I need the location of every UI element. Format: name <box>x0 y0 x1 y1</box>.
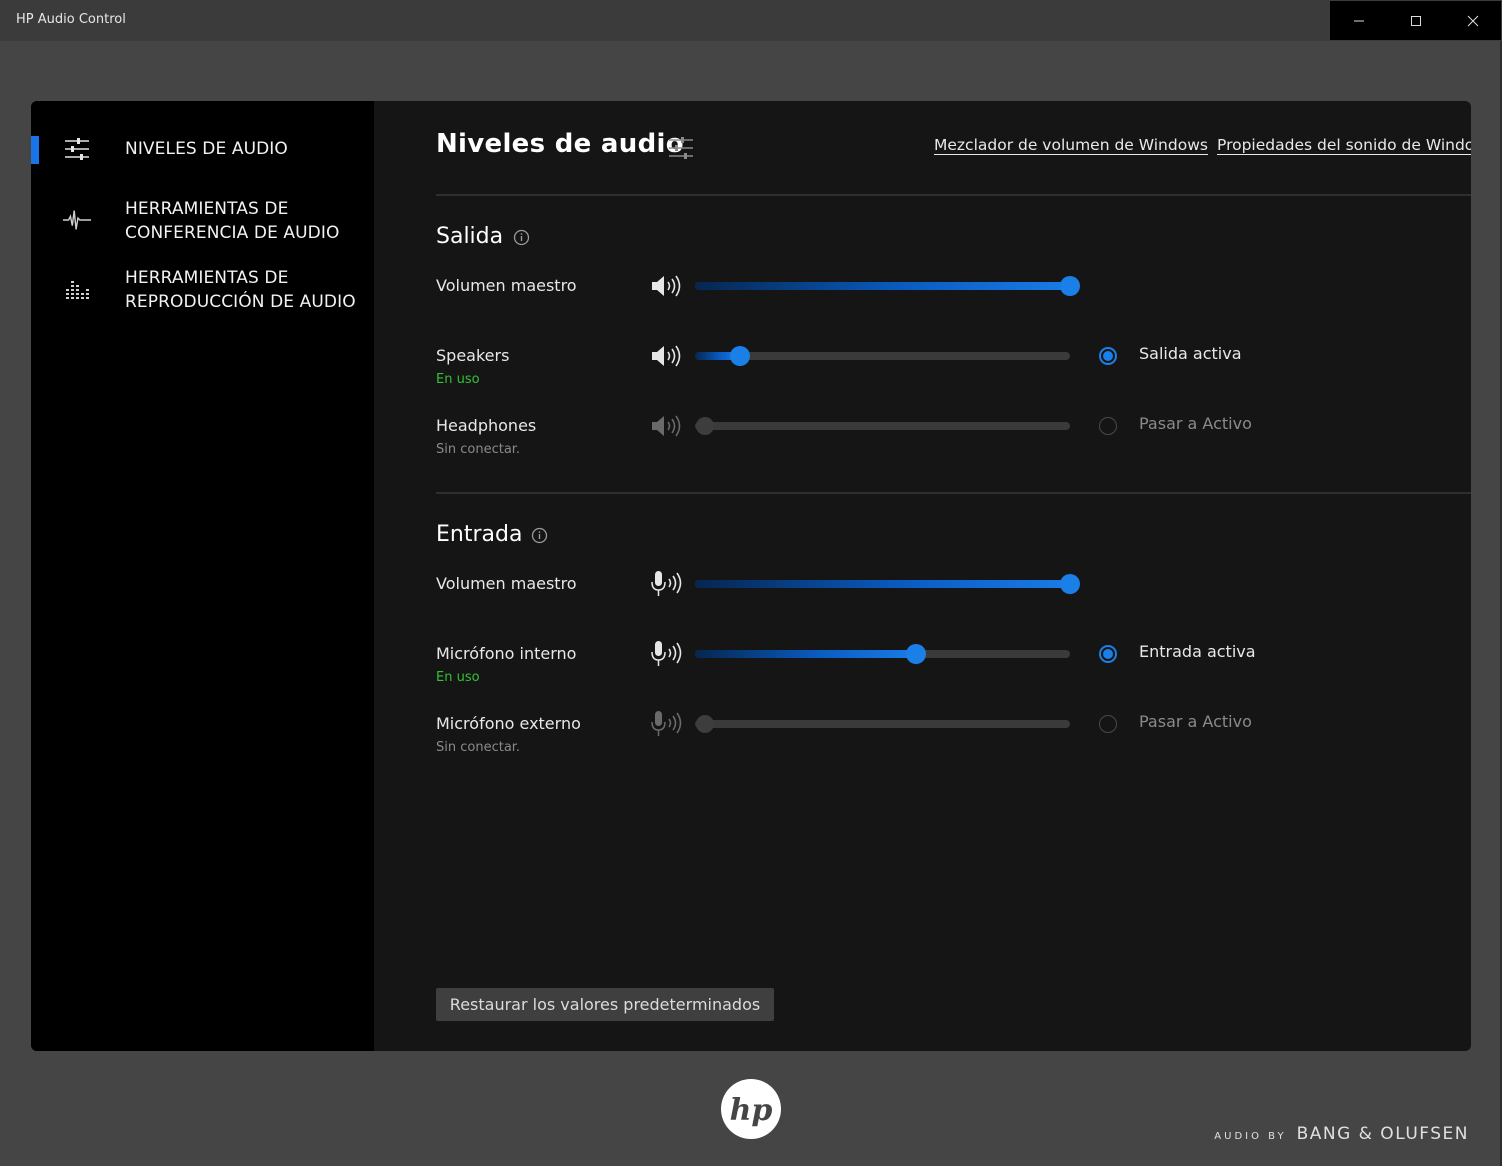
device-status: En uso <box>436 372 480 387</box>
external-mic-volume-slider[interactable] <box>695 715 1070 733</box>
output-device-speakers: Speakers En uso Salida activa <box>405 344 1471 406</box>
maximize-icon <box>1410 15 1421 26</box>
equalizer-icon <box>62 274 92 304</box>
bang-olufsen-brand: AUDIO BY BANG & OLUFSEN <box>1214 1124 1469 1144</box>
divider <box>436 492 1471 494</box>
slider-thumb[interactable] <box>906 644 927 664</box>
device-status: Sin conectar. <box>436 740 521 755</box>
info-icon[interactable] <box>513 229 530 246</box>
minimize-button[interactable] <box>1330 1 1387 40</box>
speaker-icon <box>652 345 681 367</box>
maximize-button[interactable] <box>1387 1 1444 40</box>
input-section-title: Entrada <box>436 522 523 547</box>
minimize-icon <box>1353 20 1364 21</box>
input-master-label: Volumen maestro <box>436 574 577 593</box>
page-title: Niveles de audio <box>436 129 684 159</box>
sidebar-item-label: HERRAMIENTAS DE CONFERENCIA DE AUDIO <box>125 199 340 243</box>
device-name: Headphones <box>436 416 537 435</box>
window-title: HP Audio Control <box>16 12 126 27</box>
sidebar-item-label: HERRAMIENTAS DE REPRODUCCIÓN DE AUDIO <box>125 268 356 312</box>
device-status: En uso <box>436 670 480 685</box>
sidebar-item-playback-tools[interactable]: HERRAMIENTAS DE REPRODUCCIÓN DE AUDIO <box>31 266 374 314</box>
windows-sound-properties-link[interactable]: Propiedades del sonido de Windows <box>1217 136 1471 154</box>
slider-thumb[interactable] <box>695 715 714 733</box>
device-name: Micrófono externo <box>436 714 581 733</box>
restore-defaults-button[interactable]: Restaurar los valores predeterminados <box>436 988 774 1021</box>
main-panel: Niveles de audio Mezclador de volumen de… <box>405 101 1471 1051</box>
device-status: Sin conectar. <box>436 442 521 457</box>
windows-volume-mixer-link[interactable]: Mezclador de volumen de Windows <box>934 136 1208 154</box>
slider-fill <box>695 580 1070 588</box>
speaker-icon <box>652 415 681 437</box>
sidebar-item-audio-levels[interactable]: NIVELES DE AUDIO <box>31 133 374 165</box>
microphone-icon <box>651 711 682 736</box>
output-device-headphones: Headphones Sin conectar. Pasar a Activo <box>405 414 1471 476</box>
input-master-row: Volumen maestro <box>405 571 1471 634</box>
slider-thumb[interactable] <box>695 417 714 435</box>
sidebar: NIVELES DE AUDIO HERRAMIENTAS DE CONFERE… <box>31 101 374 1051</box>
slider-thumb[interactable] <box>1060 574 1080 594</box>
external-mic-radio-label: Pasar a Activo <box>1139 712 1252 731</box>
waveform-icon <box>62 205 92 235</box>
sidebar-item-conference-tools[interactable]: HERRAMIENTAS DE CONFERENCIA DE AUDIO <box>31 197 374 245</box>
speakers-active-radio[interactable] <box>1099 347 1117 365</box>
internal-mic-volume-slider[interactable] <box>695 644 1070 664</box>
output-master-label: Volumen maestro <box>436 276 577 295</box>
headphones-volume-slider[interactable] <box>695 417 1070 435</box>
input-device-external-mic: Micrófono externo Sin conectar. Pasar a … <box>405 711 1471 774</box>
close-icon <box>1467 15 1478 26</box>
title-bar: HP Audio Control <box>0 0 1502 41</box>
output-master-row: Volumen maestro <box>405 275 1471 336</box>
close-button[interactable] <box>1444 1 1501 40</box>
sidebar-item-label: NIVELES DE AUDIO <box>125 139 288 159</box>
external-mic-activate-radio[interactable] <box>1099 715 1117 733</box>
headphones-radio-label: Pasar a Activo <box>1139 414 1252 433</box>
info-icon[interactable] <box>531 527 548 544</box>
output-section-title: Salida <box>436 224 504 249</box>
internal-mic-radio-label: Entrada activa <box>1139 642 1256 661</box>
input-master-slider[interactable] <box>695 574 1080 594</box>
window-controls <box>1330 1 1501 40</box>
speaker-icon <box>652 275 681 297</box>
headphones-activate-radio[interactable] <box>1099 417 1117 435</box>
slider-thumb[interactable] <box>730 346 750 366</box>
hp-logo-text: hp <box>730 1093 773 1128</box>
speakers-radio-label: Salida activa <box>1139 344 1242 363</box>
brand-name: BANG & OLUFSEN <box>1296 1124 1469 1144</box>
input-device-internal-mic: Micrófono interno En uso Entrada activa <box>405 641 1471 704</box>
slider-fill <box>695 650 917 658</box>
audio-by-label: AUDIO BY <box>1214 1131 1287 1142</box>
microphone-icon <box>651 641 682 666</box>
slider-fill <box>695 282 1070 290</box>
divider <box>436 194 1471 196</box>
app-card: NIVELES DE AUDIO HERRAMIENTAS DE CONFERE… <box>31 101 1471 1051</box>
active-indicator <box>31 136 39 164</box>
hp-logo: hp <box>721 1079 781 1139</box>
device-name: Speakers <box>436 346 510 365</box>
slider-thumb[interactable] <box>1060 276 1080 296</box>
device-name: Micrófono interno <box>436 644 577 663</box>
speakers-volume-slider[interactable] <box>695 346 1070 366</box>
output-master-slider[interactable] <box>695 276 1080 296</box>
microphone-icon <box>651 571 682 596</box>
internal-mic-active-radio[interactable] <box>1099 645 1117 663</box>
sliders-icon <box>669 137 693 159</box>
sliders-icon <box>62 134 92 164</box>
